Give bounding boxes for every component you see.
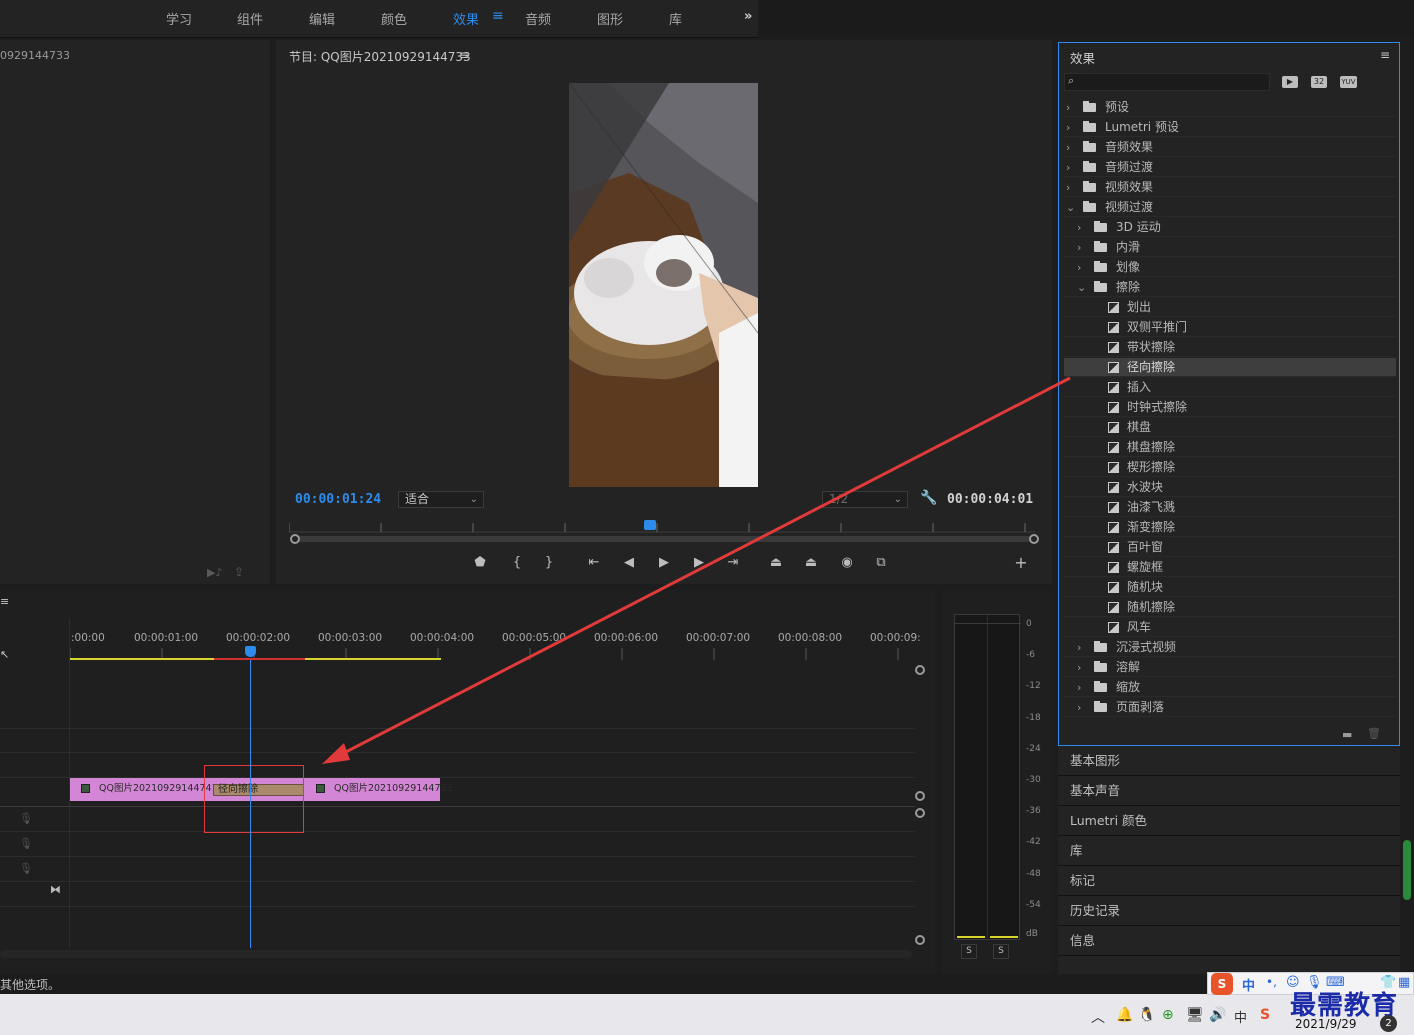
volume-icon[interactable]: 🔊 (1209, 1007, 1226, 1023)
ime-mode-label[interactable]: 中 (1242, 975, 1255, 994)
panel-essential-graphics[interactable]: 基本图形 (1058, 746, 1400, 776)
tray-app-icon[interactable]: ⊕ (1162, 1007, 1174, 1023)
side-scrollbar-thumb[interactable] (1403, 840, 1411, 900)
panel-essential-sound[interactable]: 基本声音 (1058, 776, 1400, 806)
panel-markers[interactable]: 标记 (1058, 866, 1400, 896)
status-bar: 其他选项。 (0, 974, 1414, 994)
qq-icon[interactable]: 🐧 (1138, 1007, 1155, 1023)
annotation-arrow-head (322, 743, 350, 764)
sogou-logo-icon[interactable]: S (1211, 973, 1233, 995)
panel-lumetri-color[interactable]: Lumetri 颜色 (1058, 806, 1400, 836)
tray-bell-icon[interactable]: 🔔 (1116, 1007, 1133, 1023)
annotation-arrow-line (339, 376, 1071, 757)
panel-history[interactable]: 历史记录 (1058, 896, 1400, 926)
tray-expand-icon[interactable]: ︿ (1091, 1007, 1105, 1027)
notification-badge[interactable]: 2 (1380, 1015, 1397, 1032)
punctuation-icon[interactable]: •, (1266, 975, 1277, 989)
panel-libraries[interactable]: 库 (1058, 836, 1400, 866)
input-method-icon[interactable]: 中 (1234, 1007, 1247, 1026)
panel-info[interactable]: 信息 (1058, 926, 1400, 956)
sogou-tray-icon[interactable]: S (1260, 1007, 1270, 1023)
clock-date: 2021/9/29 (1295, 1017, 1357, 1031)
network-icon[interactable]: 🖥 (1186, 1007, 1204, 1023)
toolbox-icon[interactable]: ▦ (1398, 975, 1410, 990)
status-text: 其他选项。 (0, 978, 61, 992)
